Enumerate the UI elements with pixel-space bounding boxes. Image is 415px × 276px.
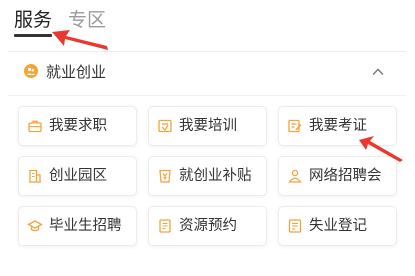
service-label: 资源预约 [179, 218, 237, 234]
service-graduate-recruitment-button[interactable]: 毕业生招聘 [18, 206, 137, 246]
certificate-icon [287, 118, 303, 134]
employment-section: 就业创业 我要求职 我要培训 我要考证 创业园区 就创业补贴 网络招聘会 毕业生… [8, 51, 406, 268]
tab-services[interactable]: 服务 [14, 7, 52, 33]
service-label: 毕业生招聘 [49, 218, 122, 234]
service-resource-booking-button[interactable]: 资源预约 [148, 206, 267, 246]
service-label: 创业园区 [49, 168, 107, 184]
annotation-arrow-certificate [359, 136, 403, 162]
section-header[interactable]: 就业创业 [8, 52, 406, 94]
training-icon [157, 118, 173, 134]
service-business-park-button[interactable]: 创业园区 [18, 156, 137, 196]
chevron-up-icon[interactable] [370, 64, 386, 80]
service-label: 就创业补贴 [179, 168, 252, 184]
service-label: 我要考证 [309, 118, 367, 134]
service-label: 我要求职 [49, 118, 107, 134]
service-job-seeking-button[interactable]: 我要求职 [18, 106, 137, 146]
annotation-arrow-tab [52, 30, 108, 50]
document-icon [157, 218, 173, 234]
section-title: 就业创业 [46, 63, 107, 81]
service-subsidy-button[interactable]: 就创业补贴 [148, 156, 267, 196]
building-icon [27, 168, 43, 184]
person-icon [287, 168, 303, 184]
briefcase-icon [27, 118, 43, 134]
section-divider [8, 95, 406, 96]
people-icon [24, 64, 38, 78]
service-label: 失业登记 [309, 218, 367, 234]
service-label: 我要培训 [179, 118, 237, 134]
active-tab-indicator [14, 34, 52, 37]
register-icon [287, 218, 303, 234]
service-training-button[interactable]: 我要培训 [148, 106, 267, 146]
service-unemployment-register-button[interactable]: 失业登记 [278, 206, 397, 246]
graduation-cap-icon [27, 218, 43, 234]
subsidy-icon [157, 168, 173, 184]
service-label: 网络招聘会 [309, 168, 382, 184]
